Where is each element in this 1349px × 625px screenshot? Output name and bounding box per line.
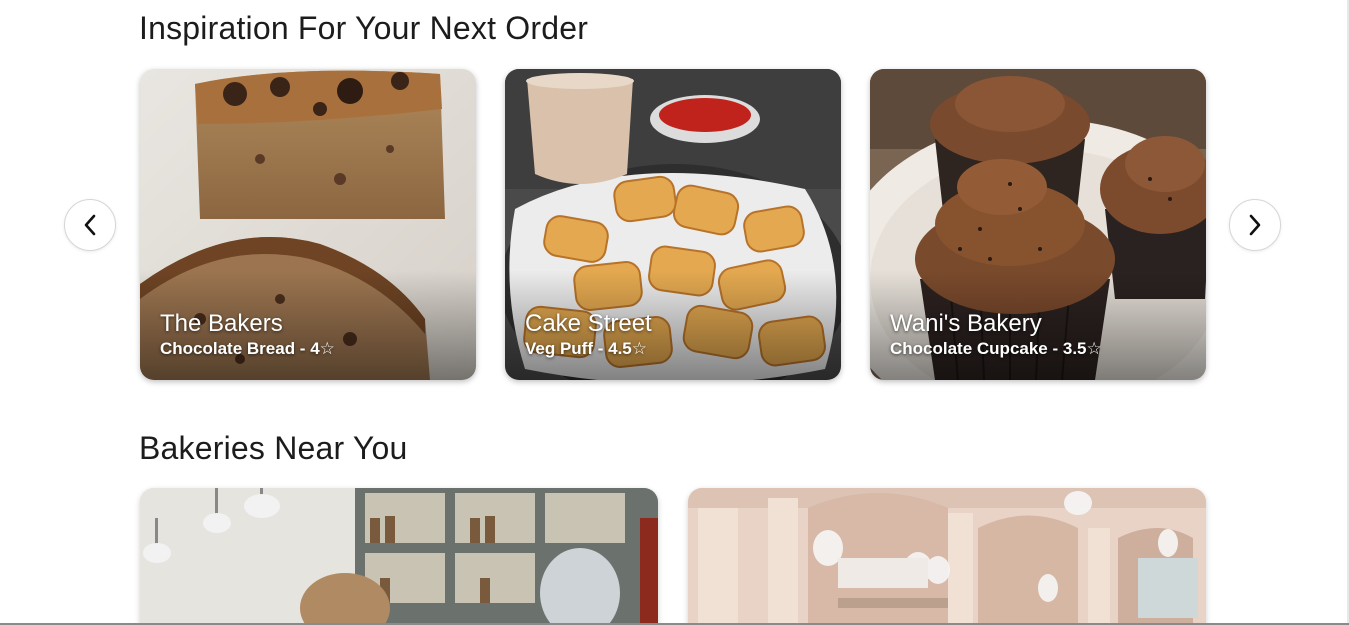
card-item-rating: Chocolate Cupcake - 3.5☆ bbox=[890, 339, 1102, 358]
chevron-left-icon bbox=[84, 214, 96, 236]
card-text: The Bakers Chocolate Bread - 4☆ bbox=[160, 310, 335, 360]
card-item-rating: Chocolate Bread - 4☆ bbox=[160, 339, 335, 358]
card-bakery-name: The Bakers bbox=[160, 310, 283, 337]
chevron-right-icon bbox=[1249, 214, 1261, 236]
section-title-bakeries-near-you: Bakeries Near You bbox=[139, 430, 408, 466]
carousel-next-button[interactable] bbox=[1229, 199, 1281, 251]
card-text: Wani's Bakery Chocolate Cupcake - 3.5☆ bbox=[890, 310, 1102, 360]
nearby-bakery-card-1[interactable] bbox=[140, 488, 658, 625]
inspiration-card-wanis-bakery[interactable]: Wani's Bakery Chocolate Cupcake - 3.5☆ bbox=[870, 69, 1206, 380]
card-bakery-name: Wani's Bakery bbox=[890, 310, 1042, 337]
card-bakery-name: Cake Street bbox=[525, 310, 652, 337]
bakery-interior-image bbox=[688, 488, 1206, 625]
page: Inspiration For Your Next Order The Bake… bbox=[0, 0, 1349, 625]
inspiration-card-the-bakers[interactable]: The Bakers Chocolate Bread - 4☆ bbox=[140, 69, 476, 380]
card-item-rating: Veg Puff - 4.5☆ bbox=[525, 339, 647, 358]
section-title-inspiration: Inspiration For Your Next Order bbox=[139, 10, 589, 46]
carousel-prev-button[interactable] bbox=[64, 199, 116, 251]
card-text: Cake Street Veg Puff - 4.5☆ bbox=[525, 310, 652, 360]
nearby-bakery-card-2[interactable] bbox=[688, 488, 1206, 625]
inspiration-card-cake-street[interactable]: Cake Street Veg Puff - 4.5☆ bbox=[505, 69, 841, 380]
bakery-interior-image bbox=[140, 488, 658, 625]
